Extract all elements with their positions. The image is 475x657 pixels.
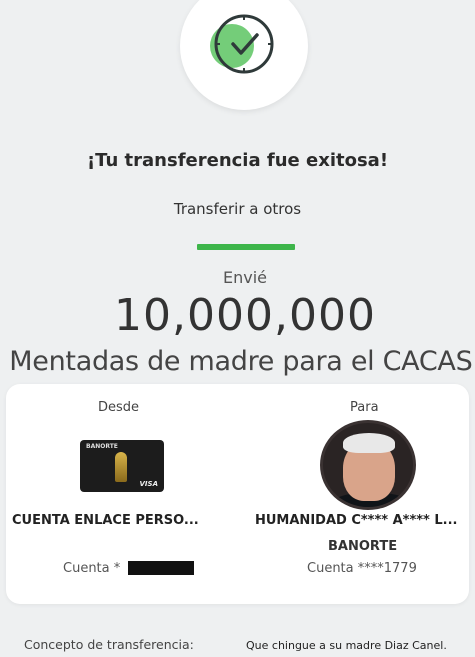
from-account-number: Cuenta * <box>63 561 121 576</box>
check-circle-icon <box>210 14 274 74</box>
success-check-badge <box>180 0 308 110</box>
success-title: ¡Tu transferencia fue exitosa! <box>86 150 389 171</box>
caption-text: Mentadas de madre para el CACAS. <box>9 346 475 377</box>
redaction-bar <box>128 561 194 575</box>
bank-card-image: BANORTE VISA <box>80 440 164 492</box>
from-account-name: CUENTA ENLACE PERSO... <box>12 513 199 528</box>
amount-value: 10,000,000 <box>114 290 376 341</box>
to-bank-name: BANORTE <box>328 539 398 554</box>
avatar-hair <box>343 433 395 453</box>
amount-label: Envié <box>222 268 267 287</box>
to-account-number: Cuenta ****1779 <box>307 561 417 576</box>
to-label: Para <box>350 400 379 415</box>
accent-divider <box>197 244 295 250</box>
transfer-type: Transferir a otros <box>173 200 302 218</box>
recipient-avatar <box>320 420 416 510</box>
to-account-name: HUMANIDAD C**** A**** L... <box>255 513 458 528</box>
from-label: Desde <box>98 400 140 415</box>
card-network: VISA <box>139 480 158 488</box>
card-brand: BANORTE <box>86 443 118 450</box>
concept-label: Concepto de transferencia: <box>24 637 194 652</box>
trophy-icon <box>115 452 127 482</box>
concept-value: Que chingue a su madre Diaz Canel. <box>246 639 447 652</box>
